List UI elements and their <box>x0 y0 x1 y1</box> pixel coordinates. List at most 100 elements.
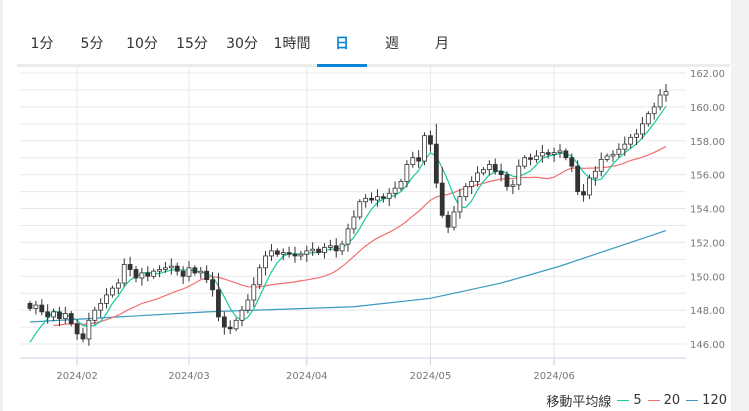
candle-up <box>522 157 528 167</box>
candle-down <box>192 267 198 274</box>
candle-up <box>104 294 109 304</box>
candle-down <box>439 182 445 216</box>
candle-up <box>245 299 251 311</box>
candle-up <box>280 252 286 255</box>
candle-up <box>110 287 115 296</box>
candle-up <box>298 253 304 257</box>
candle-up <box>486 164 492 170</box>
candle-up <box>510 184 516 187</box>
candle-down <box>369 197 374 201</box>
candle-up <box>62 313 68 320</box>
candle-up <box>622 143 628 150</box>
candle-up <box>33 304 39 309</box>
candle-up <box>481 169 486 174</box>
candle-up <box>651 106 657 115</box>
candle-down <box>80 333 86 340</box>
y-tick-label: 148.00 <box>690 306 725 317</box>
y-tick-label: 162.00 <box>690 69 725 80</box>
candle-up <box>557 150 563 154</box>
candle-up <box>92 309 98 321</box>
candle-up <box>86 319 92 340</box>
candlestick-chart: 2024/02 2024/03 2024/04 2024/05 2024/06 146.0… <box>20 66 725 382</box>
candle-up <box>398 181 404 189</box>
ma20-line <box>53 145 667 327</box>
candle-down <box>145 272 151 277</box>
candle-up <box>551 152 557 155</box>
candle-down <box>286 252 292 255</box>
candle-down <box>575 165 581 192</box>
candle-down <box>581 191 586 196</box>
candle-down <box>563 150 569 159</box>
y-tick-label: 160.00 <box>690 103 725 114</box>
candle-up <box>322 247 327 253</box>
candle-down <box>221 316 227 328</box>
candle-up <box>616 148 622 155</box>
candle-up <box>375 196 380 201</box>
candle-up <box>310 248 316 252</box>
candle-down <box>428 135 433 145</box>
candle-up <box>304 250 310 255</box>
candle-down <box>380 196 386 199</box>
candle-up <box>451 211 457 228</box>
candle-up <box>339 243 345 252</box>
candle-down <box>133 269 139 279</box>
candle-up <box>157 269 162 272</box>
candle-up <box>598 158 604 172</box>
candle-up <box>463 186 469 198</box>
candle-up <box>351 216 357 230</box>
candle-down <box>316 248 321 253</box>
candle-down <box>27 302 33 309</box>
candle-up <box>98 302 104 311</box>
candle-down <box>216 289 221 318</box>
candle-up <box>51 311 56 318</box>
x-tick-label: 2024/03 <box>168 371 210 382</box>
candle-up <box>628 136 634 145</box>
candle-up <box>363 197 369 203</box>
candle-down <box>174 265 180 272</box>
candle-up <box>198 270 204 274</box>
candle-down <box>274 250 280 255</box>
legend-title: 移動平均線 <box>546 395 612 410</box>
candle-up <box>610 153 616 157</box>
candle-down <box>545 152 551 155</box>
candle-up <box>422 135 427 162</box>
candle-down <box>210 279 215 291</box>
candle-up <box>121 264 127 284</box>
candle-down <box>68 313 74 325</box>
candle-up <box>386 192 392 199</box>
candle-down <box>528 157 533 160</box>
candle-up <box>239 309 245 321</box>
y-tick-label: 158.00 <box>690 137 725 148</box>
x-tick-label: 2024/02 <box>56 371 98 382</box>
candle-up <box>592 170 598 179</box>
candle-up <box>604 155 610 160</box>
candle-up <box>163 267 168 270</box>
candle-down <box>127 264 133 270</box>
candle-down <box>39 304 45 313</box>
y-tick-label: 156.00 <box>690 171 725 182</box>
candle-up <box>263 255 268 269</box>
candle-up <box>410 157 416 165</box>
x-tick-label: 2024/04 <box>286 371 328 382</box>
candle-down <box>57 311 62 320</box>
candle-up <box>404 164 410 182</box>
candle-up <box>534 155 539 160</box>
x-tick-label: 2024/06 <box>533 371 575 382</box>
candle-down <box>492 164 498 172</box>
candle-down <box>504 174 510 187</box>
candle-down <box>498 170 504 176</box>
candle-down <box>333 245 339 252</box>
candle-up <box>516 165 522 186</box>
y-tick-label: 146.00 <box>690 340 725 351</box>
candle-down <box>292 253 298 257</box>
candle-down <box>204 270 210 281</box>
candle-down <box>433 143 439 184</box>
candle-up <box>139 272 145 279</box>
candle-down <box>180 270 186 277</box>
legend-ma5-label: 5 <box>633 393 642 408</box>
y-tick-label: 152.00 <box>690 238 725 249</box>
candle-up <box>587 177 592 196</box>
y-tick-label: 154.00 <box>690 205 725 216</box>
legend-ma20: 20 <box>647 393 680 408</box>
candle-up <box>115 282 121 289</box>
